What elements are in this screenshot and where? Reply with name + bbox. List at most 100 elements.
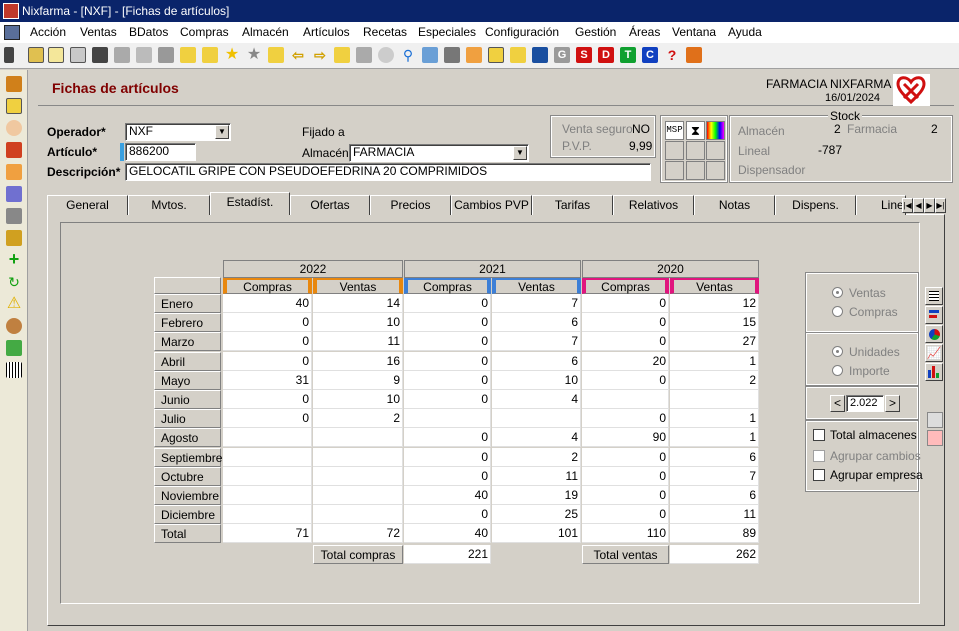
print-icon[interactable]	[927, 412, 943, 428]
sidebar-warning-icon[interactable]: ⚠	[6, 296, 22, 312]
menu-recetas[interactable]: Recetas	[363, 22, 407, 43]
chevron-down-icon[interactable]: ▼	[513, 146, 527, 160]
printer-icon[interactable]	[356, 47, 372, 63]
print-icon[interactable]	[92, 47, 108, 63]
operador-label: Operador*	[47, 125, 106, 139]
sidebar-barcode-icon[interactable]	[6, 362, 22, 378]
year-next-button[interactable]: >	[885, 395, 900, 412]
new-icon[interactable]	[28, 47, 44, 63]
delete-icon[interactable]	[158, 47, 174, 63]
tab-ofertas[interactable]: Ofertas	[290, 195, 370, 215]
pie-chart-icon[interactable]	[925, 325, 943, 343]
grid-icon[interactable]	[488, 47, 504, 63]
sidebar-tools-icon[interactable]	[6, 208, 22, 224]
bar-chart-icon[interactable]	[925, 363, 943, 381]
tab-notas[interactable]: Notas	[694, 195, 775, 215]
location-icon[interactable]: ⚲	[400, 47, 416, 63]
help-button[interactable]: ?	[664, 47, 680, 63]
tab-next-button[interactable]: ▶	[924, 198, 935, 213]
bar-chart-h-icon[interactable]	[925, 306, 943, 324]
tab-precios[interactable]: Precios	[370, 195, 451, 215]
sidebar-cart-icon[interactable]	[6, 142, 22, 158]
enter-icon[interactable]	[334, 47, 350, 63]
importe-radio[interactable]	[832, 365, 843, 376]
sidebar-people-icon[interactable]	[6, 318, 22, 334]
sidebar-refresh-icon[interactable]: ↻	[6, 274, 22, 290]
operador-select[interactable]: NXF ▼	[125, 123, 231, 141]
star-icon[interactable]: ★	[224, 47, 240, 63]
menu-bdatos[interactable]: BDatos	[129, 22, 168, 43]
articulo-input[interactable]: 886200	[125, 143, 196, 161]
export-icon[interactable]	[268, 47, 284, 63]
agrupar-empresa-checkbox[interactable]	[813, 469, 825, 481]
edit-icon[interactable]	[48, 47, 64, 63]
sidebar-user-icon[interactable]	[6, 120, 22, 136]
ventas-radio[interactable]	[832, 287, 843, 298]
g-button[interactable]: G	[554, 47, 570, 63]
cart-icon[interactable]	[532, 47, 548, 63]
t-button[interactable]: T	[620, 47, 636, 63]
chevron-down-icon[interactable]: ▼	[215, 125, 229, 139]
sidebar-sales-icon[interactable]	[6, 76, 22, 92]
mdi-window-icon[interactable]	[4, 25, 20, 40]
menu-especiales[interactable]: Especiales	[418, 22, 476, 43]
c-button[interactable]: C	[642, 47, 658, 63]
tab-mvtos[interactable]: Mvtos.	[128, 195, 210, 215]
menu-ventana[interactable]: Ventana	[672, 22, 716, 43]
calendar-icon[interactable]	[927, 430, 943, 446]
sidebar-store-icon[interactable]	[6, 164, 22, 180]
cancel-icon[interactable]	[136, 47, 152, 63]
menu-ayuda[interactable]: Ayuda	[728, 22, 762, 43]
year-prev-button[interactable]: <	[830, 395, 845, 412]
total-almacenes-checkbox[interactable]	[813, 429, 825, 441]
tab-cambios-pvp[interactable]: Cambios PVP	[451, 195, 532, 215]
sidebar-list-icon[interactable]	[6, 230, 22, 246]
arrow-right-icon[interactable]: ⇨	[312, 47, 328, 63]
d-button[interactable]: D	[598, 47, 614, 63]
menu-ventas[interactable]: Ventas	[80, 22, 117, 43]
menu-gestion[interactable]: Gestión	[575, 22, 616, 43]
tab-first-button[interactable]: |◀	[902, 198, 913, 213]
menu-areas[interactable]: Áreas	[629, 22, 660, 43]
agrupar-cambios-checkbox[interactable]	[813, 450, 825, 462]
table-view-icon[interactable]	[925, 287, 943, 305]
transfer-icon[interactable]	[202, 47, 218, 63]
sidebar-pill-icon[interactable]	[6, 186, 22, 202]
tab-tarifas[interactable]: Tarifas	[532, 195, 613, 215]
ventas-column-header: Ventas	[313, 278, 403, 294]
search-icon[interactable]	[378, 47, 394, 63]
copy-icon[interactable]	[70, 47, 86, 63]
menu-accion[interactable]: Acción	[30, 22, 66, 43]
almacen-select[interactable]: FARMACIA ▼	[349, 144, 529, 162]
star-grey-icon[interactable]: ★	[246, 47, 262, 63]
exit-icon[interactable]	[686, 47, 702, 63]
tab-last-button[interactable]: ▶|	[935, 198, 946, 213]
paste-icon[interactable]	[180, 47, 196, 63]
sidebar-exchange-icon[interactable]	[6, 340, 22, 356]
descripcion-input[interactable]: GELOCATIL GRIPE CON PSEUDOEFEDRINA 20 CO…	[125, 163, 651, 181]
compras-radio[interactable]	[832, 306, 843, 317]
menu-almacen[interactable]: Almacén	[242, 22, 289, 43]
s-button[interactable]: S	[576, 47, 592, 63]
unidades-radio[interactable]	[832, 346, 843, 357]
tree-icon[interactable]	[444, 47, 460, 63]
stat-cell: 0	[404, 390, 491, 409]
tab-line[interactable]: Line	[856, 195, 906, 215]
arrow-left-icon[interactable]: ⇦	[290, 47, 306, 63]
windows-icon[interactable]	[422, 47, 438, 63]
menu-articulos[interactable]: Artículos	[303, 22, 350, 43]
tab-dispens[interactable]: Dispens.	[775, 195, 856, 215]
sidebar-plus-icon[interactable]: +	[6, 250, 22, 268]
menu-configuracion[interactable]: Configuración	[485, 22, 559, 43]
year-input[interactable]: 2.022	[846, 395, 884, 412]
line-chart-icon[interactable]: 📈	[925, 344, 943, 362]
tab-relativos[interactable]: Relativos	[613, 195, 694, 215]
check-icon[interactable]	[114, 47, 130, 63]
menu-compras[interactable]: Compras	[180, 22, 229, 43]
tools-icon[interactable]	[466, 47, 482, 63]
tab-estadist[interactable]: Estadíst.	[210, 192, 290, 215]
tab-general[interactable]: General	[47, 195, 128, 215]
sidebar-card-icon[interactable]	[6, 98, 22, 114]
tab-prev-button[interactable]: ◀	[913, 198, 924, 213]
folder-icon[interactable]	[510, 47, 526, 63]
